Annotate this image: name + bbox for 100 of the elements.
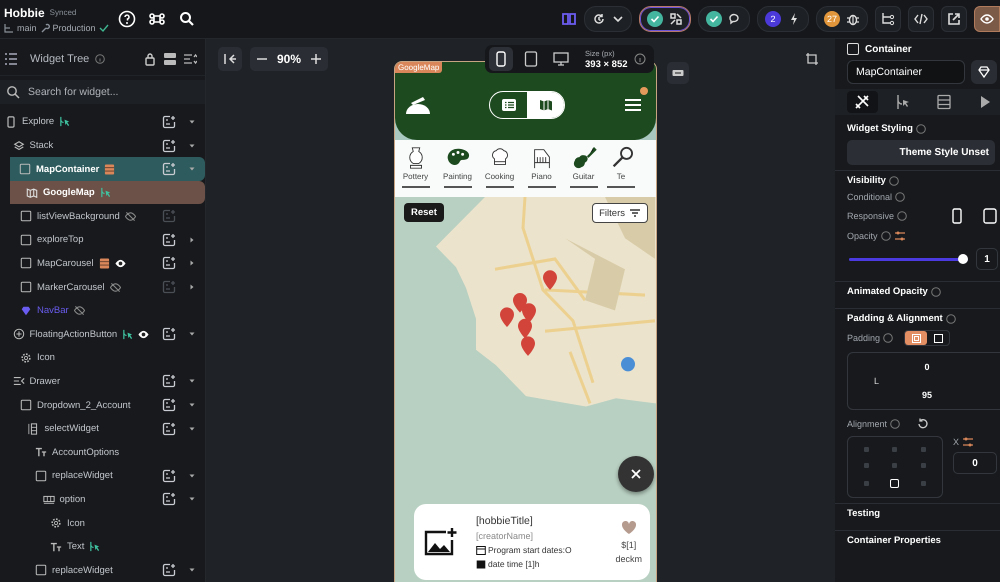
category-tab[interactable]: Piano (523, 146, 560, 197)
cursor-branch-icon (895, 94, 912, 110)
branch-name[interactable]: main (17, 22, 37, 32)
book-icon[interactable] (561, 11, 577, 27)
sort-icon[interactable] (183, 52, 197, 66)
preview-button[interactable] (974, 6, 1000, 32)
caret-right-icon[interactable] (189, 284, 195, 290)
open-external-button[interactable] (941, 6, 967, 32)
caret-down-icon[interactable] (189, 426, 195, 432)
search-input[interactable]: Search for widget... (28, 86, 188, 98)
map-pin-icon[interactable] (518, 318, 532, 338)
comments-button[interactable] (698, 6, 750, 32)
caret-down-icon[interactable] (189, 118, 195, 125)
x-value-field[interactable]: 0 (953, 452, 997, 474)
size-value: 393 × 852 (585, 58, 628, 70)
select-frame-icon[interactable] (805, 52, 819, 66)
component-button[interactable] (971, 60, 997, 84)
map-view-button[interactable] (527, 92, 564, 118)
map-pin-icon[interactable] (522, 303, 536, 323)
toggle-button[interactable] (667, 62, 689, 84)
tree-item[interactable]: Text (0, 534, 205, 558)
tree-item[interactable]: Explore (0, 110, 205, 134)
tree-item[interactable]: MarkerCarousel (0, 275, 205, 299)
caret-down-icon[interactable] (189, 567, 195, 574)
tree-item[interactable]: MapContainer (10, 157, 205, 181)
caret-down-icon[interactable] (189, 472, 195, 479)
map-pin-icon[interactable] (513, 293, 527, 313)
padding-top-value[interactable]: 0 (924, 362, 930, 372)
slider-thumb[interactable] (958, 254, 968, 264)
checkbox[interactable] (847, 43, 859, 55)
branch-button[interactable] (875, 6, 901, 32)
search-field[interactable]: Search for widget... (0, 80, 205, 104)
uniform-padding-button[interactable] (905, 331, 928, 345)
tree-item[interactable]: Stack (0, 134, 205, 158)
filters-button[interactable]: Filters (592, 203, 648, 223)
tree-item[interactable]: Drawer (0, 370, 205, 394)
actions-button[interactable]: 2 (757, 6, 809, 32)
reset-button[interactable]: Reset (404, 203, 444, 222)
caret-right-icon[interactable] (189, 236, 195, 243)
caret-down-icon[interactable] (189, 331, 195, 338)
checks-button[interactable] (639, 6, 691, 32)
padding-left-value[interactable]: L (874, 376, 880, 386)
reset-icon[interactable] (917, 418, 930, 430)
check-circle-icon (647, 11, 663, 27)
phone-device-button[interactable] (489, 47, 513, 71)
collapse-panel-button[interactable] (218, 47, 242, 71)
environment-name[interactable]: Production (52, 22, 96, 32)
map-pin-icon[interactable] (543, 270, 557, 290)
tree-item[interactable]: GoogleMap (10, 180, 205, 204)
search-icon[interactable] (178, 10, 196, 28)
tree-item[interactable]: FloatingActionButton (0, 322, 205, 346)
tree-item[interactable]: Icon (0, 511, 205, 535)
tree-item[interactable]: listViewBackground (0, 204, 205, 228)
widget-name-field[interactable]: MapContainer (847, 60, 965, 84)
category-tab[interactable]: Pottery (397, 146, 434, 197)
sliders-icon[interactable] (962, 436, 974, 448)
database-icon[interactable] (163, 52, 177, 66)
zoom-in-icon[interactable] (310, 53, 322, 65)
database-icon (98, 258, 110, 269)
opacity-value[interactable]: 1 (976, 248, 998, 270)
heart-icon[interactable] (620, 520, 637, 536)
theme-style-button[interactable]: Theme Style Unset (847, 140, 995, 165)
caret-down-icon[interactable] (189, 378, 195, 384)
opacity-slider[interactable] (849, 254, 968, 264)
tree-item[interactable]: exploreTop (0, 228, 205, 252)
tablet-icon[interactable] (982, 208, 998, 224)
cursor-branch-icon (89, 541, 100, 552)
field-label: X (953, 437, 960, 447)
sliders-icon[interactable] (894, 230, 906, 242)
tree-item[interactable]: NavBar (0, 298, 205, 322)
map-pin-icon[interactable] (500, 307, 514, 328)
menu-icon[interactable] (624, 96, 642, 114)
tree-item[interactable]: replaceWidget (0, 558, 205, 582)
category-tab[interactable]: Te (607, 146, 635, 197)
category-tab[interactable]: Cooking (481, 146, 518, 197)
category-tab[interactable]: Guitar (565, 146, 602, 197)
tree-item[interactable]: AccountOptions (0, 440, 205, 464)
tree-item[interactable]: selectWidget (0, 416, 205, 440)
tree-item[interactable]: option (0, 488, 205, 512)
listing-card[interactable]: [hobbieTitle] [creatorName] Program start dates:O date time [1]h $[1] deckm (414, 504, 650, 580)
category-tab[interactable]: Painting (439, 146, 476, 197)
help-icon[interactable] (118, 10, 136, 28)
caret-down-icon[interactable] (189, 166, 195, 172)
caret-right-icon[interactable] (189, 260, 195, 266)
inspector-tab[interactable] (847, 91, 878, 113)
tree-item[interactable]: replaceWidget (0, 464, 205, 488)
alignment-option[interactable] (890, 478, 900, 488)
caret-down-icon[interactable] (189, 142, 195, 148)
caret-down-icon[interactable] (189, 402, 195, 408)
tree-item[interactable]: Dropdown_2_Account (0, 393, 205, 417)
bug-icon (846, 12, 860, 26)
history-button[interactable] (584, 6, 632, 32)
tree-item[interactable]: Icon (0, 346, 205, 370)
sync-status: Synced (50, 8, 76, 17)
lock-icon[interactable] (143, 52, 157, 66)
tree-item[interactable]: MapCarousel (0, 252, 205, 276)
padding-bottom-value[interactable]: 95 (922, 390, 932, 400)
caret-down-icon[interactable] (189, 496, 195, 502)
map-pin-icon[interactable] (521, 336, 535, 356)
code-button[interactable] (908, 6, 934, 32)
